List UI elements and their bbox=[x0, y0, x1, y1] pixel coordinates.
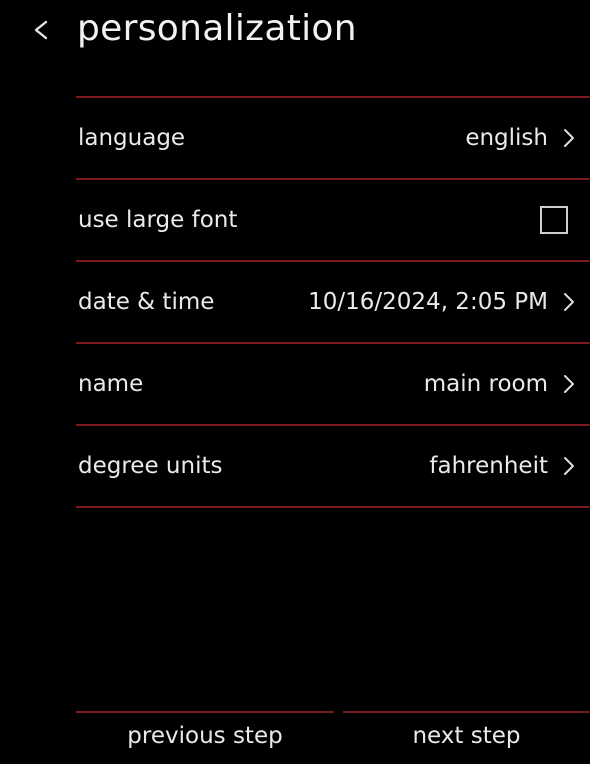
setting-value-group: 10/16/2024, 2:05 PM bbox=[308, 289, 590, 315]
footer-nav: previous step next step bbox=[76, 711, 590, 764]
chevron-right-icon bbox=[564, 375, 574, 393]
setting-label-name: name bbox=[78, 371, 144, 397]
next-step-label: next step bbox=[412, 723, 521, 749]
header: personalization bbox=[0, 0, 590, 62]
chevron-right-icon bbox=[564, 129, 574, 147]
setting-row-date-time[interactable]: date & time 10/16/2024, 2:05 PM bbox=[76, 262, 590, 342]
previous-step-button[interactable]: previous step bbox=[76, 711, 334, 764]
setting-value-group: english bbox=[465, 125, 590, 151]
next-step-button[interactable]: next step bbox=[343, 711, 590, 764]
setting-value-group: fahrenheit bbox=[429, 453, 590, 479]
setting-value-degree-units: fahrenheit bbox=[429, 453, 548, 479]
setting-value-date-time: 10/16/2024, 2:05 PM bbox=[308, 289, 548, 315]
setting-label-degree-units: degree units bbox=[78, 453, 223, 479]
settings-list: language english use large font date & t… bbox=[76, 96, 590, 508]
setting-row-language[interactable]: language english bbox=[76, 98, 590, 178]
large-font-checkbox[interactable] bbox=[540, 206, 568, 234]
setting-value-language: english bbox=[465, 125, 548, 151]
setting-label-date-time: date & time bbox=[78, 289, 215, 315]
back-button[interactable] bbox=[28, 10, 68, 54]
setting-label-language: language bbox=[78, 125, 186, 151]
chevron-right-icon bbox=[564, 293, 574, 311]
setting-row-degree-units[interactable]: degree units fahrenheit bbox=[76, 426, 590, 506]
setting-value-name: main room bbox=[423, 371, 548, 397]
setting-row-name[interactable]: name main room bbox=[76, 344, 590, 424]
previous-step-label: previous step bbox=[127, 723, 283, 749]
divider bbox=[76, 506, 590, 508]
setting-value-group bbox=[540, 206, 590, 234]
chevron-right-icon bbox=[564, 457, 574, 475]
setting-row-large-font[interactable]: use large font bbox=[76, 180, 590, 260]
page-title: personalization bbox=[77, 8, 357, 49]
chevron-left-icon bbox=[34, 20, 48, 40]
setting-value-group: main room bbox=[424, 371, 590, 397]
setting-label-large-font: use large font bbox=[78, 207, 238, 233]
